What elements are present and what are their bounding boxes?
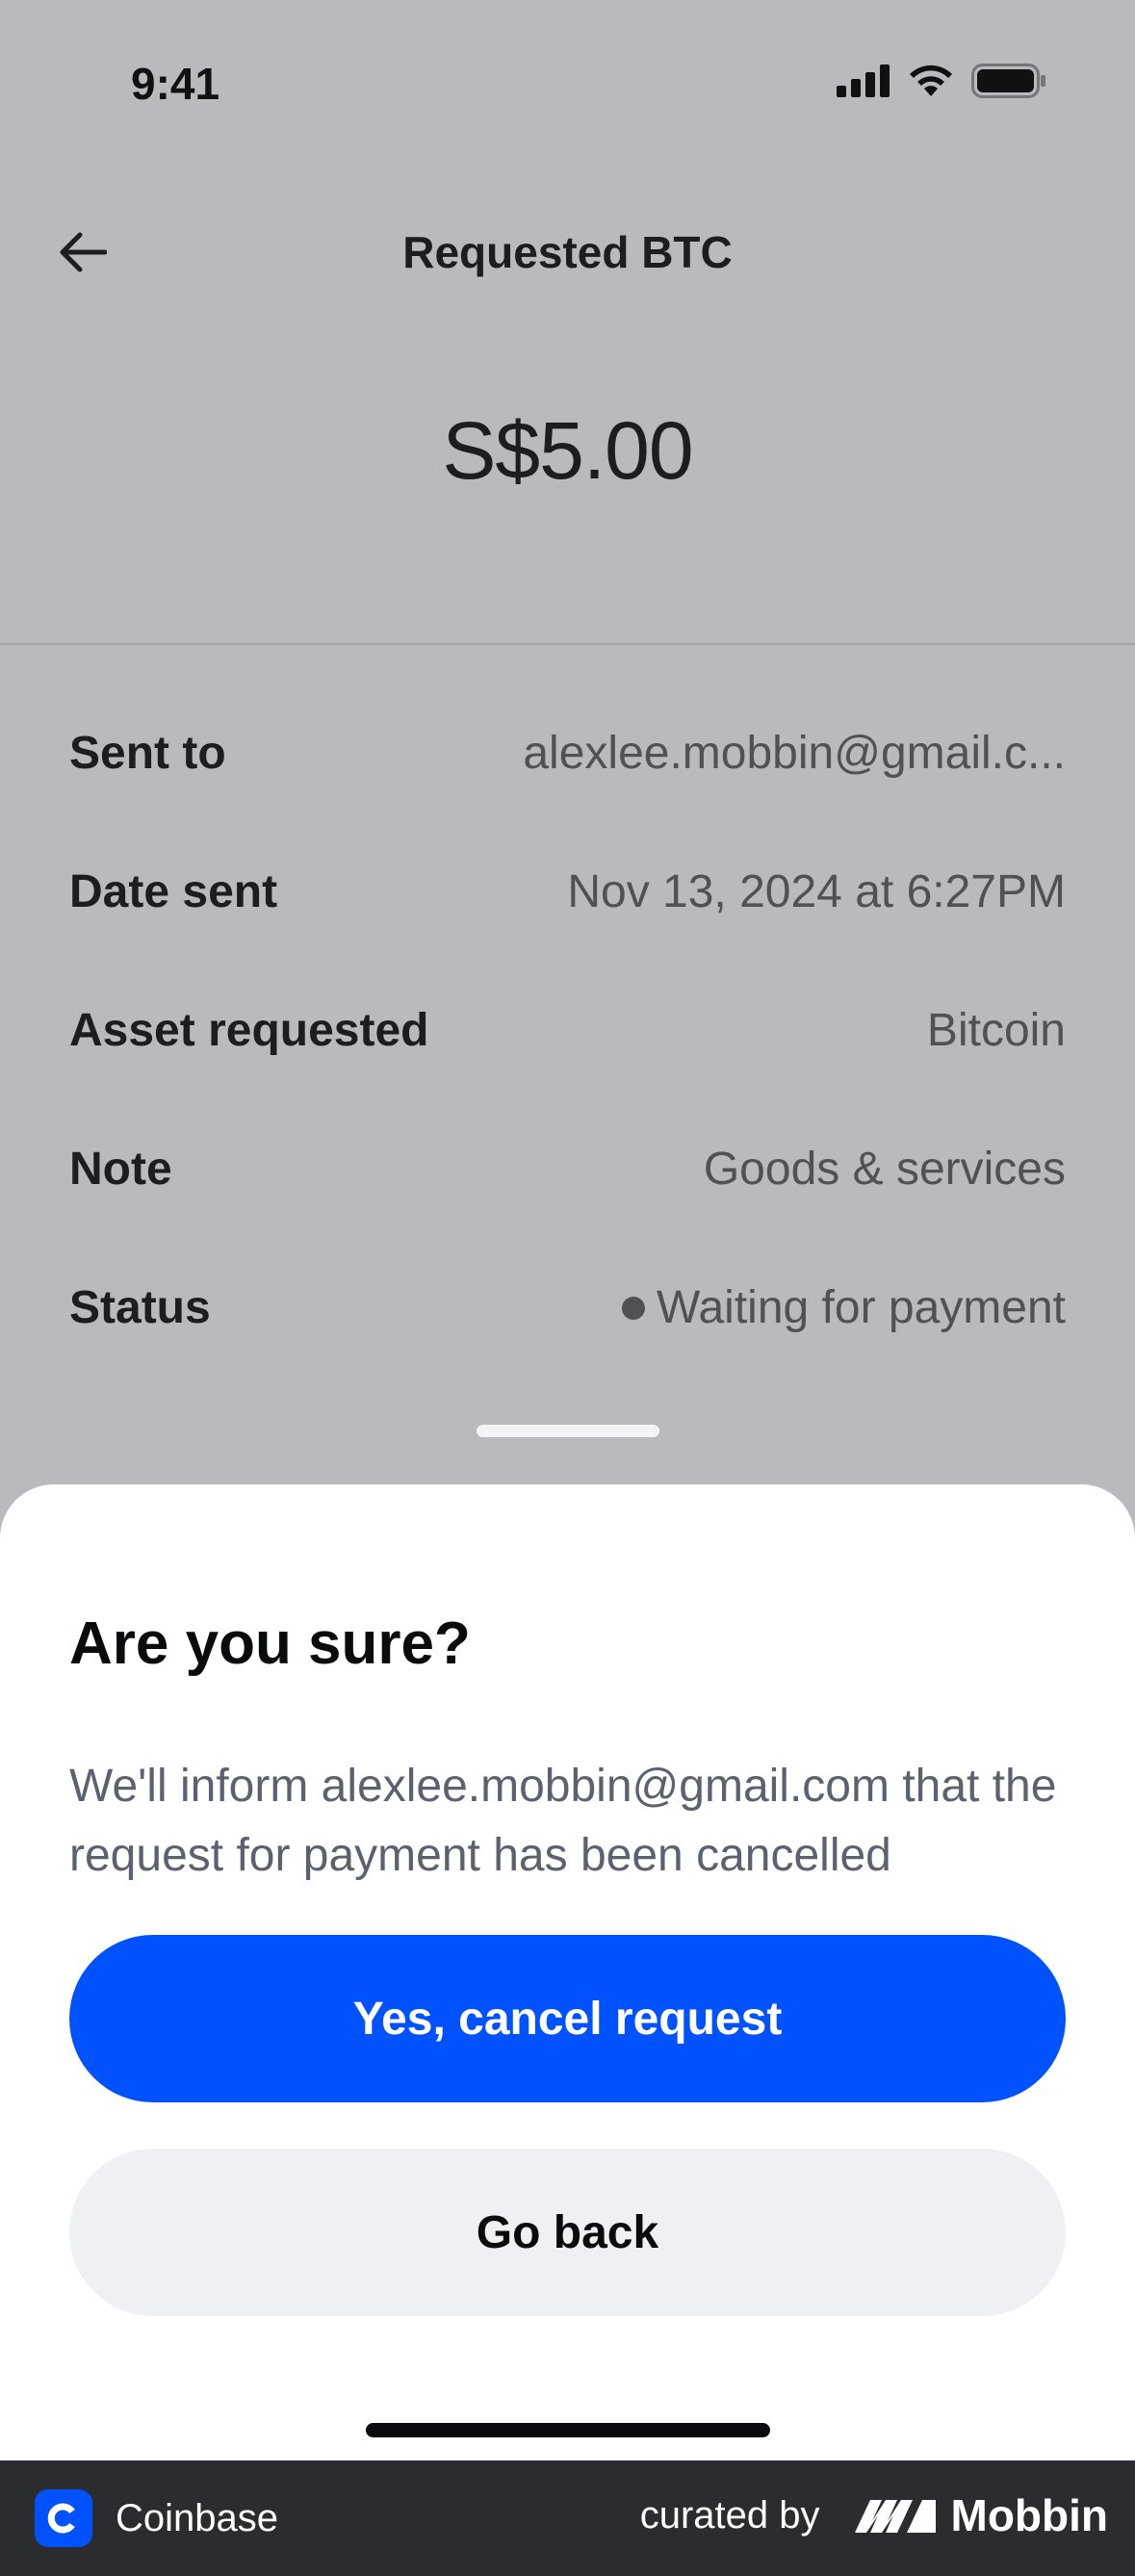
status-dot-icon (621, 1296, 645, 1320)
status-time: 9:41 (131, 59, 220, 109)
detail-row-sent-to: Sent to alexlee.mobbin@gmail.c... (69, 727, 1066, 865)
mobbin-brand: Mobbin (853, 2489, 1109, 2541)
signal-icon (837, 64, 890, 97)
detail-value: Nov 13, 2024 at 6:27PM (567, 866, 1066, 917)
nav-header: Requested BTC (0, 197, 1135, 303)
status-bar: 9:41 (0, 0, 1135, 168)
confirm-sheet: Are you sure? We'll inform alexlee.mobbi… (0, 1484, 1135, 2460)
divider (0, 643, 1135, 645)
confirm-cancel-button[interactable]: Yes, cancel request (69, 1935, 1066, 2102)
sheet-message: We'll inform alexlee.mobbin@gmail.com th… (69, 1761, 1057, 1881)
coinbase-logo-icon (35, 2489, 92, 2547)
footer-app-name: Coinbase (116, 2496, 279, 2539)
details-list: Sent to alexlee.mobbin@gmail.c... Date s… (69, 727, 1066, 1420)
sheet-title: Are you sure? (69, 1610, 471, 1677)
status-icons (837, 64, 1046, 98)
status-badge: Waiting for payment (621, 1281, 1066, 1334)
detail-row-status: Status Waiting for payment (69, 1281, 1066, 1420)
footer-app: Coinbase (35, 2489, 278, 2547)
curated-by-label: curated by (639, 2493, 820, 2537)
wifi-icon (910, 64, 952, 96)
detail-row-note: Note Goods & services (69, 1143, 1066, 1281)
detail-label: Status (69, 1282, 211, 1333)
detail-label: Sent to (69, 728, 226, 779)
detail-label: Asset requested (69, 1005, 429, 1056)
sheet-grab-handle[interactable] (477, 1425, 659, 1437)
go-back-button[interactable]: Go back (69, 2149, 1066, 2316)
detail-value: Bitcoin (926, 1005, 1066, 1056)
amount-display: S$5.00 (442, 405, 693, 496)
battery-icon (971, 64, 1045, 98)
detail-value: alexlee.mobbin@gmail.c... (523, 728, 1066, 779)
detail-row-date-sent: Date sent Nov 13, 2024 at 6:27PM (69, 865, 1066, 1004)
footer-bar: Coinbase curated by Mobbin (0, 2460, 1135, 2576)
detail-value: Goods & services (703, 1144, 1066, 1195)
page-title: Requested BTC (402, 227, 733, 277)
detail-label: Date sent (69, 866, 278, 917)
mobbin-logo-icon (854, 2500, 936, 2533)
mobbin-wordmark: Mobbin (950, 2490, 1109, 2540)
detail-row-asset: Asset requested Bitcoin (69, 1004, 1066, 1143)
status-text: Waiting for payment (656, 1282, 1066, 1333)
detail-label: Note (69, 1144, 172, 1195)
home-indicator (366, 2423, 770, 2437)
footer-credit: curated by Mobbin (640, 2489, 1108, 2541)
